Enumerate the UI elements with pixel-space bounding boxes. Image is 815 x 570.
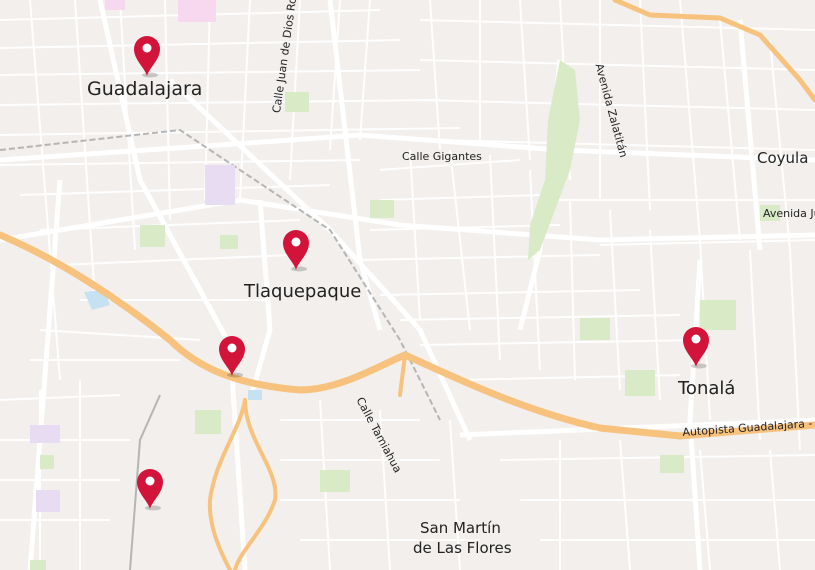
street-label-avenida-ju: Avenida Juárez bbox=[763, 207, 815, 220]
place-label-san-martin-1: San Martín bbox=[420, 519, 501, 537]
map-pin-icon[interactable] bbox=[217, 334, 247, 378]
place-label-tonala: Tonalá bbox=[678, 378, 736, 399]
place-label-coyula: Coyula bbox=[757, 149, 809, 167]
place-label-san-martin-2: de Las Flores bbox=[413, 539, 512, 557]
map-pin-icon[interactable] bbox=[135, 467, 165, 511]
map-pin-icon[interactable] bbox=[681, 325, 711, 369]
place-label-tlaquepaque: Tlaquepaque bbox=[244, 281, 362, 302]
map-pin-icon[interactable] bbox=[132, 34, 162, 78]
place-label-guadalajara: Guadalajara bbox=[87, 78, 203, 100]
map-canvas[interactable]: Calle Juan de Dios Robledo Calle Gigante… bbox=[0, 0, 815, 570]
map-pin-icon[interactable] bbox=[281, 228, 311, 272]
street-label-gigantes: Calle Gigantes bbox=[402, 150, 482, 163]
